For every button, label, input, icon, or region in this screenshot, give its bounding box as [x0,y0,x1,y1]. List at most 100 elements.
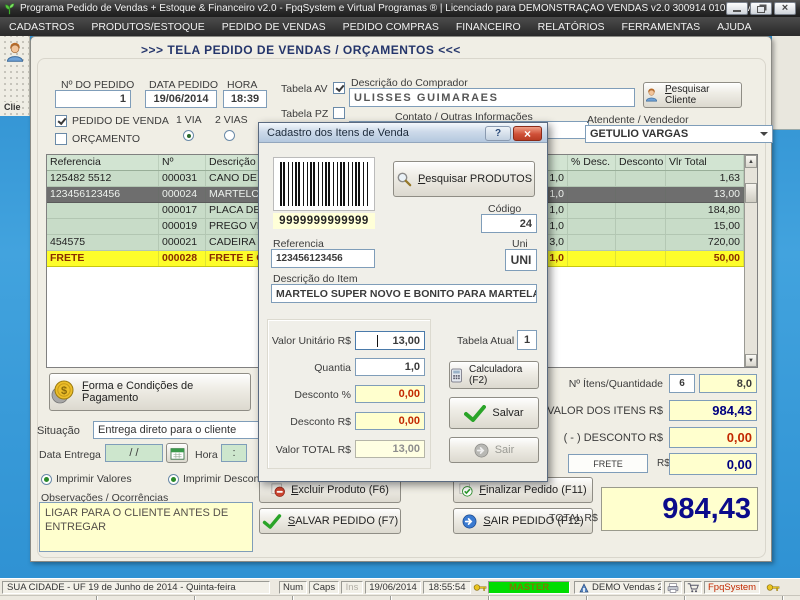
tabela-pz-checkbox[interactable] [333,107,345,119]
menu-item[interactable]: FINANCEIRO [456,21,521,33]
printer-icon [667,583,679,593]
scrollbar-thumb[interactable] [745,183,757,203]
minimize-button[interactable] [726,2,748,15]
scrollbar-down-icon[interactable] [745,354,757,367]
cliente-shortcut-icon[interactable] [4,42,26,64]
check-circle-icon [459,483,473,497]
table-cell-disc [616,251,666,266]
hora-entrega-field[interactable]: : [221,444,247,462]
close-button[interactable] [774,2,796,15]
tabela-atual-label: Tabela Atual [457,335,514,347]
menu-item[interactable]: AJUDA [717,21,751,33]
excluir-produto-label: Excluir Produto (F6) [291,484,389,496]
forma-pagamento-label: Forma e Condições de Pagamento [82,380,250,404]
table-column-header: % Desc. [568,155,616,170]
menu-item[interactable]: CADASTROS [9,21,74,33]
menu-item[interactable]: FERRAMENTAS [622,21,701,33]
via2-radio[interactable] [224,130,235,141]
salvar-pedido-button[interactable]: SALVAR PEDIDO (F7) [259,508,401,534]
frete-field[interactable]: 0,00 [669,453,757,475]
tabela-av-label: Tabela AV [281,83,328,95]
scrollbar-up-icon[interactable] [745,155,757,168]
table-cell-ref: FRETE [47,251,159,266]
status-num: Num [279,581,307,594]
barcode-value: 9999999999999 [273,213,375,229]
comprador-field[interactable]: ULISSES GUIMARAES [349,88,635,107]
status-location: SUA CIDADE - UF 19 de Junho de 2014 - Qu… [2,581,270,594]
pesquisar-cliente-button[interactable]: Pesquisar Cliente [643,82,742,108]
valor-itens-field: 984,43 [669,400,757,421]
table-cell-disc [616,235,666,250]
shortcut-toolbar: Clie [0,36,30,116]
restore-button[interactable] [750,2,772,15]
table-cell-pdesc [568,171,616,186]
table-cell-pdesc [568,219,616,234]
data-pedido-field[interactable]: 19/06/2014 [145,90,217,108]
desconto-pct-field[interactable]: 0,00 [355,385,425,403]
dialog-close-button[interactable] [513,126,542,141]
sair-item-button[interactable]: Sair [449,437,539,463]
table-cell-total: 1,63 [666,171,744,186]
status-cart-cell[interactable] [684,581,702,594]
quantia-field[interactable]: 1,0 [355,358,425,376]
table-cell-disc [616,187,666,202]
imprimir-valores-label: Imprimir Valores [56,473,132,485]
via1-radio[interactable] [183,130,194,141]
itens-qty-field: 8,0 [699,374,757,393]
frete-button[interactable]: FRETE [568,454,648,473]
cadastro-itens-dialog: Cadastro dos Itens de Venda ? 9999999999… [258,122,548,482]
status-bar-second-row [0,595,800,600]
hora-entrega-label: Hora [195,449,218,461]
table-column-header: Referencia [47,155,159,170]
numero-pedido-field[interactable]: 1 [55,90,131,108]
calculadora-button[interactable]: Calculadora (F2) [449,361,539,389]
salvar-item-button[interactable]: Salvar [449,397,539,429]
coin-icon: $ [50,379,76,405]
status-ins: Ins [341,581,363,594]
table-cell-num: 000021 [159,235,206,250]
calendar-icon [170,447,185,460]
atendente-value: GETULIO VARGAS [590,128,688,140]
codigo-field[interactable]: 24 [481,214,537,233]
mdi-right-panel [772,36,800,130]
uni-field[interactable]: UNI [505,249,537,271]
pedido-venda-checkbox[interactable] [55,115,67,127]
status-date: 19/06/2014 [365,581,421,594]
status-print-cell[interactable] [664,581,682,594]
data-entrega-field[interactable]: / / [105,444,163,462]
menu-item[interactable]: RELATÓRIOS [538,21,605,33]
imprimir-valores-radio[interactable] [41,474,52,485]
table-cell-pdesc [568,203,616,218]
tabela-av-checkbox[interactable] [333,82,345,94]
barcode-image [273,157,375,211]
hora-pedido-field[interactable]: 18:39 [223,90,267,108]
menu-item[interactable]: PEDIDO DE VENDAS [222,21,326,33]
text-cursor [377,335,378,347]
table-cell-ref: 125482 5512 [47,171,159,186]
dialog-help-button[interactable]: ? [485,126,511,141]
menu-item[interactable]: PRODUTOS/ESTOQUE [91,21,204,33]
desconto-total-field: 0,00 [669,427,757,448]
via2-label: 2 VIAS [215,114,248,126]
calendar-button[interactable] [166,443,188,463]
menu-item[interactable]: PEDIDO COMPRAS [343,21,439,33]
pesquisar-produtos-button[interactable]: Pesquisar PRODUTOS [393,161,535,197]
observacoes-textarea[interactable]: LIGAR PARA O CLIENTE ANTES DE ENTREGAR [39,502,253,552]
orcamento-checkbox[interactable] [55,133,67,145]
desconto-rs-field[interactable]: 0,00 [355,412,425,430]
valor-unitario-field[interactable]: 13,00 [355,331,425,350]
table-cell-pdesc [568,251,616,266]
descricao-item-field[interactable]: MARTELO SUPER NOVO E BONITO PARA MARTELA… [271,284,537,303]
situacao-dropdown[interactable]: Entrega direto para o cliente [93,421,277,439]
forma-pagamento-button[interactable]: $ Forma e Condições de Pagamento [49,373,251,411]
title-bar[interactable]: Programa Pedido de Vendas + Estoque & Fi… [0,0,800,17]
pesquisar-produtos-label: Pesquisar PRODUTOS [418,173,532,185]
table-scrollbar[interactable] [744,155,757,367]
referencia-field[interactable]: 123456123456 [271,249,375,268]
atendente-dropdown[interactable]: GETULIO VARGAS [585,125,773,143]
table-cell-total: 50,00 [666,251,744,266]
cliente-shortcut-label: Clie [3,102,22,112]
itens-count-field: 6 [669,374,695,393]
imprimir-descontos-radio[interactable] [168,474,179,485]
table-cell-num: 000031 [159,171,206,186]
